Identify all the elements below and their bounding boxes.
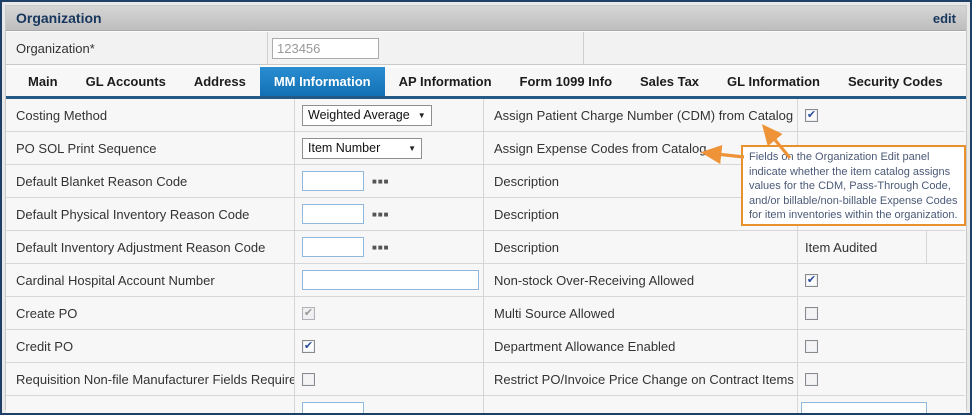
multi-source-allowed-checkbox[interactable]	[805, 307, 818, 320]
field-label: Description	[484, 231, 798, 263]
clipped-input[interactable]	[801, 402, 927, 415]
organization-input[interactable]	[272, 38, 379, 59]
tab-main[interactable]: Main	[14, 67, 72, 96]
tab-address[interactable]: Address	[180, 67, 260, 96]
field-label: Default Inventory Adjustment Reason Code	[6, 231, 295, 263]
assign-patient-charge-number-row: Assign Patient Charge Number (CDM) from …	[484, 99, 965, 132]
po-sol-print-sequence-row: PO SOL Print Sequence Item Number ▼	[6, 132, 483, 165]
lookup-ellipsis-icon[interactable]: ■■■	[372, 243, 390, 252]
restrict-po-invoice-price-change-row: Restrict PO/Invoice Price Change on Cont…	[484, 363, 965, 396]
clipped-bottom-row	[484, 396, 965, 415]
tab-bar: Main GL Accounts Address MM Information …	[6, 68, 966, 99]
field-label: Requisition Non-file Manufacturer Fields…	[6, 363, 295, 395]
tab-form-1099-info[interactable]: Form 1099 Info	[506, 67, 626, 96]
clipped-input[interactable]	[302, 402, 364, 415]
field-label	[484, 396, 798, 415]
organization-field-row: Organization*	[6, 32, 966, 65]
tab-gl-accounts[interactable]: GL Accounts	[72, 67, 180, 96]
organization-input-cell	[267, 32, 584, 64]
form-left-pane: Costing Method Weighted Average ▼ PO SOL…	[6, 99, 484, 415]
page-title: Organization	[16, 10, 102, 26]
select-value: Weighted Average	[308, 108, 410, 122]
default-physical-inventory-reason-code-row: Default Physical Inventory Reason Code ■…	[6, 198, 483, 231]
organization-window: Organization edit Organization* Main GL …	[0, 0, 972, 415]
costing-method-select[interactable]: Weighted Average ▼	[302, 105, 432, 126]
field-label: Default Blanket Reason Code	[6, 165, 295, 197]
chevron-down-icon: ▼	[408, 144, 416, 153]
credit-po-row: Credit PO	[6, 330, 483, 363]
restrict-po-invoice-price-change-checkbox[interactable]	[805, 373, 818, 386]
field-label: Restrict PO/Invoice Price Change on Cont…	[484, 363, 798, 395]
non-stock-over-receiving-checkbox[interactable]	[805, 274, 818, 287]
tab-ap-information[interactable]: AP Information	[385, 67, 506, 96]
field-label	[6, 396, 295, 415]
tab-security-codes[interactable]: Security Codes	[834, 67, 957, 96]
clipped-bottom-row	[6, 396, 483, 415]
po-sol-print-sequence-select[interactable]: Item Number ▼	[302, 138, 422, 159]
cardinal-hospital-account-number-input[interactable]	[302, 270, 479, 290]
organization-label: Organization*	[6, 41, 267, 56]
default-blanket-reason-code-input[interactable]	[302, 171, 364, 191]
callout-tooltip: Fields on the Organization Edit panel in…	[741, 145, 966, 226]
default-physical-inventory-reason-code-input[interactable]	[302, 204, 364, 224]
lookup-ellipsis-icon[interactable]: ■■■	[372, 210, 390, 219]
tab-gl-information[interactable]: GL Information	[713, 67, 834, 96]
default-blanket-reason-code-row: Default Blanket Reason Code ■■■	[6, 165, 483, 198]
tab-sales-tax[interactable]: Sales Tax	[626, 67, 713, 96]
costing-method-row: Costing Method Weighted Average ▼	[6, 99, 483, 132]
non-stock-over-receiving-row: Non-stock Over-Receiving Allowed	[484, 264, 965, 297]
default-inventory-adjustment-reason-code-row: Default Inventory Adjustment Reason Code…	[6, 231, 483, 264]
requisition-nonfile-manufacturer-row: Requisition Non-file Manufacturer Fields…	[6, 363, 483, 396]
field-label: Non-stock Over-Receiving Allowed	[484, 264, 798, 296]
assign-patient-charge-number-checkbox[interactable]	[805, 109, 818, 122]
field-label: Assign Patient Charge Number (CDM) from …	[484, 99, 798, 131]
department-allowance-enabled-checkbox[interactable]	[805, 340, 818, 353]
credit-po-checkbox[interactable]	[302, 340, 315, 353]
item-audited-label: Item Audited	[798, 240, 877, 255]
titlebar: Organization edit	[6, 6, 966, 31]
create-po-row: Create PO	[6, 297, 483, 330]
edit-link[interactable]: edit	[933, 11, 956, 26]
multi-source-allowed-row: Multi Source Allowed	[484, 297, 965, 330]
field-label: Cardinal Hospital Account Number	[6, 264, 295, 296]
default-inventory-adjustment-reason-code-input[interactable]	[302, 237, 364, 257]
tab-mm-information[interactable]: MM Information	[260, 67, 385, 96]
select-value: Item Number	[308, 141, 380, 155]
chevron-down-icon: ▼	[418, 111, 426, 120]
field-label: Default Physical Inventory Reason Code	[6, 198, 295, 230]
field-label: Costing Method	[6, 99, 295, 131]
field-label: Create PO	[6, 297, 295, 329]
field-label: Department Allowance Enabled	[484, 330, 798, 362]
department-allowance-enabled-row: Department Allowance Enabled	[484, 330, 965, 363]
field-label: PO SOL Print Sequence	[6, 132, 295, 164]
item-audited-cell: Item Audited	[798, 231, 927, 263]
cardinal-hospital-account-number-row: Cardinal Hospital Account Number	[6, 264, 483, 297]
field-label: Multi Source Allowed	[484, 297, 798, 329]
requisition-nonfile-manufacturer-checkbox[interactable]	[302, 373, 315, 386]
lookup-ellipsis-icon[interactable]: ■■■	[372, 177, 390, 186]
callout-text: Fields on the Organization Edit panel in…	[749, 151, 958, 221]
description-row-3: Description Item Audited	[484, 231, 965, 264]
field-label: Credit PO	[6, 330, 295, 362]
create-po-checkbox	[302, 307, 315, 320]
